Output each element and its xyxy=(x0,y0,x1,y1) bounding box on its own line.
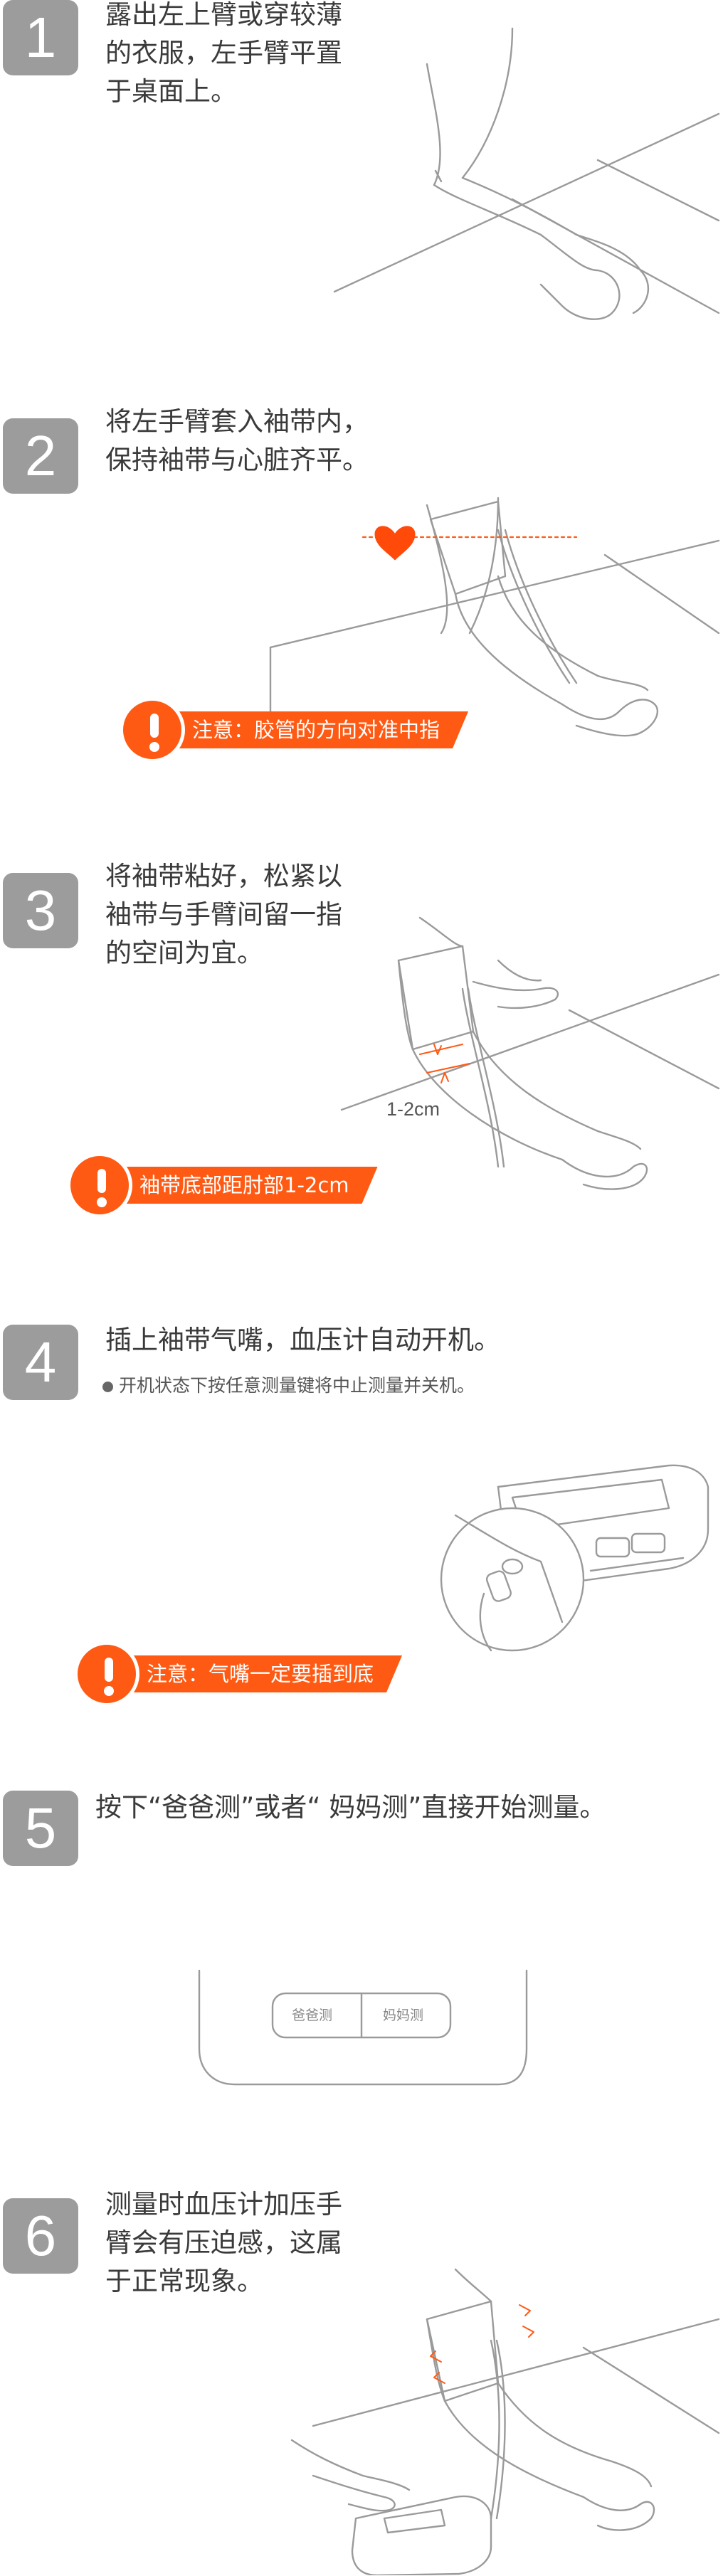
warning-exclamation-icon xyxy=(74,1641,139,1707)
step-4-illustration xyxy=(440,1464,709,1652)
mom-measure-button[interactable]: 妈妈测 xyxy=(383,2005,423,2024)
step-6-line-2: 臂会有压迫感，这属 xyxy=(105,2227,342,2258)
step-6-illustration xyxy=(290,2268,720,2575)
dad-measure-button[interactable]: 爸爸测 xyxy=(292,2005,332,2024)
step-4-warning-text: 注意：气嘴一定要插到底 xyxy=(147,1662,374,1686)
warning-exclamation-icon xyxy=(67,1152,132,1218)
step-6-line-1: 测量时血压计加压手 xyxy=(105,2189,342,2220)
step-2-warning-text: 注意：胶管的方向对准中指 xyxy=(192,718,440,742)
step-5-text: 按下“爸爸测”或者“ 妈妈测”直接开始测量。 xyxy=(95,1788,606,1827)
warning-bar: 袖带底部距肘部1-2cm xyxy=(98,1167,378,1204)
step-4-note-text: 开机状态下按任意测量键将中止测量并关机。 xyxy=(119,1375,475,1396)
warning-exclamation-icon xyxy=(120,697,185,763)
step-5-illustration xyxy=(198,1969,528,2086)
step-1-illustration xyxy=(333,27,720,320)
step-4-text: 插上袖带气嘴，血压计自动开机。 xyxy=(105,1321,500,1359)
step-4-line-1: 插上袖带气嘴，血压计自动开机。 xyxy=(105,1325,500,1355)
step-3-warning-text: 袖带底部距肘部1-2cm xyxy=(139,1173,349,1197)
warning-bar: 注意：胶管的方向对准中指 xyxy=(151,711,468,748)
step-4-note: 开机状态下按任意测量键将中止测量并关机。 xyxy=(102,1374,475,1397)
step-4-badge: 4 xyxy=(3,1325,78,1400)
step-5-line-1: 按下“爸爸测”或者“ 妈妈测”直接开始测量。 xyxy=(95,1792,606,1823)
step-3-measure-label: 1-2cm xyxy=(386,1098,440,1120)
warning-bar: 注意：气嘴一定要插到底 xyxy=(105,1655,402,1692)
bullet-icon xyxy=(102,1381,113,1392)
step-5-badge: 5 xyxy=(3,1791,78,1866)
